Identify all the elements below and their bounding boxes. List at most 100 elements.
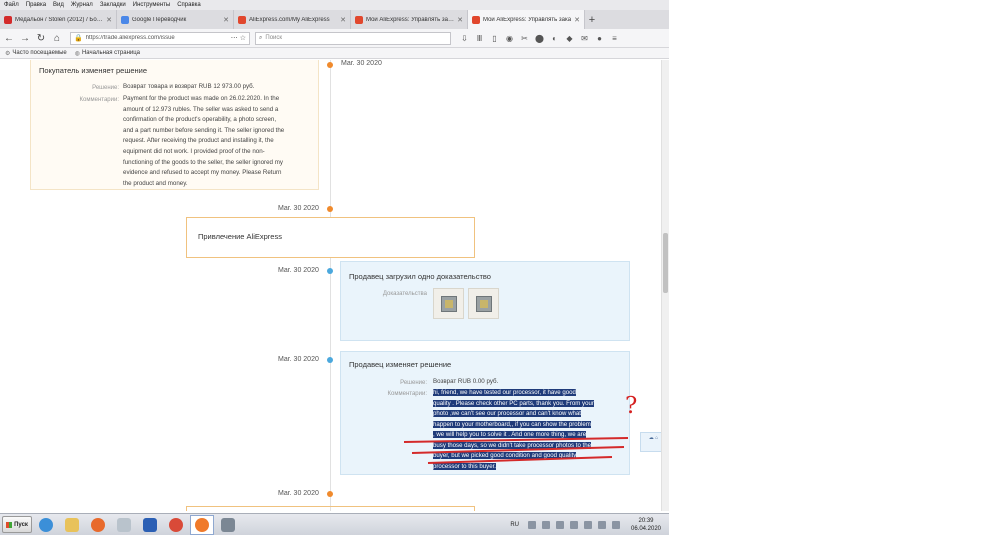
tab-title: Мой AliExpress: Управлять зака xyxy=(483,16,572,23)
browser-window: Файл Правка Вид Журнал Закладки Инструме… xyxy=(0,0,669,535)
extension-icon[interactable]: ◉ xyxy=(502,34,517,43)
tray-icon[interactable] xyxy=(612,520,620,529)
taskbar-chrome-icon[interactable] xyxy=(164,515,188,535)
underline-stroke xyxy=(403,437,629,443)
new-tab-button[interactable]: + xyxy=(585,10,599,29)
tab-title: Google Переводчик xyxy=(132,16,187,23)
vertical-scrollbar[interactable] xyxy=(661,60,669,511)
close-icon[interactable]: ✕ xyxy=(340,16,346,24)
screenshot-icon[interactable]: ✂ xyxy=(517,34,532,43)
lock-icon: 🔒 xyxy=(74,35,83,42)
firefox-icon xyxy=(195,517,209,532)
menu-history[interactable]: Журнал xyxy=(71,2,93,8)
files-icon xyxy=(117,517,131,532)
start-button[interactable]: Пуск xyxy=(2,516,32,533)
underline-stroke xyxy=(411,446,625,454)
taskbar-ie-icon[interactable] xyxy=(34,515,58,535)
folder-icon xyxy=(65,517,79,532)
search-icon: ⌕ xyxy=(259,34,263,41)
close-icon[interactable]: ✕ xyxy=(574,16,580,24)
windows-logo-icon xyxy=(6,521,13,528)
bookmarks-bar: ⚙ Часто посещаемые ◍ Начальная страница xyxy=(0,48,669,59)
search-input[interactable]: ⌕ Поиск xyxy=(255,31,451,45)
menu-tools[interactable]: Инструменты xyxy=(133,2,170,8)
search-placeholder: Поиск xyxy=(265,35,283,41)
red-annotation-marks xyxy=(403,437,629,464)
tray-icon[interactable] xyxy=(542,520,550,529)
menu-bar: Файл Правка Вид Журнал Закладки Инструме… xyxy=(0,0,669,10)
clock-date: 06.04.2020 xyxy=(630,525,662,532)
timeline-dot xyxy=(327,491,333,497)
page-content: Mar. 30 2020 Покупатель изменяет решение… xyxy=(0,60,661,511)
app-icon xyxy=(221,517,235,532)
chrome-icon xyxy=(169,517,183,532)
google-translate-icon xyxy=(121,15,129,24)
library-icon[interactable]: Ⅲ xyxy=(472,34,487,43)
menu-view[interactable]: Вид xyxy=(53,2,64,8)
addon-icon[interactable]: ● xyxy=(592,34,607,43)
forward-arrow-icon[interactable]: → xyxy=(18,31,32,45)
toolbar-icons: ⇩ Ⅲ ▯ ◉ ✂ ⬤ ◐ ◆ ✉ ● ≡ xyxy=(457,34,622,43)
hamburger-menu-icon[interactable]: ≡ xyxy=(607,34,622,43)
url-bar[interactable]: 🔒 https://trade.aliexpress.com/issue ⋯ ☆ xyxy=(70,31,250,45)
menu-edit[interactable]: Правка xyxy=(26,2,46,8)
scrollbar-thumb[interactable] xyxy=(663,233,668,293)
clock[interactable]: 20:39 06.04.2020 xyxy=(623,517,669,533)
addon-icon[interactable]: ◐ xyxy=(547,34,562,43)
back-arrow-icon[interactable]: ← xyxy=(2,31,16,45)
taskbar-app-icon[interactable] xyxy=(216,515,240,535)
tab-my-aliexpress[interactable]: AliExpress.com/My AliExpress ✕ xyxy=(234,10,351,29)
tab-manage-orders[interactable]: Мой AliExpress: Управлять заказ ✕ xyxy=(351,10,468,29)
chat-widget[interactable]: ☁ ⌂ xyxy=(640,432,661,452)
media-player-icon xyxy=(91,517,105,532)
tray-icon[interactable] xyxy=(598,520,606,529)
aliexpress-icon xyxy=(238,15,246,24)
network-icon[interactable] xyxy=(570,520,578,529)
bookmark-start-page[interactable]: Начальная страница xyxy=(82,50,140,56)
tray-icon[interactable] xyxy=(528,520,536,529)
home-icon[interactable]: ⌂ xyxy=(50,31,64,45)
downloads-icon[interactable]: ⇩ xyxy=(457,34,472,43)
reload-icon[interactable]: ↻ xyxy=(34,31,48,45)
taskbar-word-icon[interactable] xyxy=(138,515,162,535)
blank-area xyxy=(669,0,1000,535)
tray-icon[interactable] xyxy=(556,520,564,529)
start-label: Пуск xyxy=(14,521,28,528)
sidebar-icon[interactable]: ▯ xyxy=(487,34,502,43)
addon-icon[interactable]: ◆ xyxy=(562,34,577,43)
menu-bookmarks[interactable]: Закладки xyxy=(100,2,126,8)
event-date: Mar. 30 2020 xyxy=(278,490,319,497)
bookmark-most-visited[interactable]: Часто посещаемые xyxy=(12,50,66,56)
close-icon[interactable]: ✕ xyxy=(106,16,112,24)
tab-title: AliExpress.com/My AliExpress xyxy=(249,16,330,23)
aliexpress-icon xyxy=(472,15,480,24)
navigation-bar: ← → ↻ ⌂ 🔒 https://trade.aliexpress.com/i… xyxy=(0,29,669,48)
underline-stroke xyxy=(427,456,613,464)
tab-title: Мой AliExpress: Управлять заказ xyxy=(366,16,455,23)
addon-icon[interactable]: ⬤ xyxy=(532,34,547,43)
close-icon[interactable]: ✕ xyxy=(223,16,229,24)
tab-title: Медальон / Stolen (2012) / Боеви xyxy=(15,16,104,23)
question-mark-annotation: ? xyxy=(625,393,638,419)
page-actions-icon[interactable]: ⋯ xyxy=(231,34,238,42)
clock-time: 20:39 xyxy=(638,517,654,524)
taskbar-folder-icon[interactable] xyxy=(60,515,84,535)
tab-bar: Медальон / Stolen (2012) / Боеви ✕ Googl… xyxy=(0,10,669,29)
tab-medallion[interactable]: Медальон / Stolen (2012) / Боеви ✕ xyxy=(0,10,117,29)
addon-icon[interactable]: ✉ xyxy=(577,34,592,43)
aliexpress-icon xyxy=(355,15,363,24)
menu-help[interactable]: Справка xyxy=(177,2,201,8)
bookmark-star-icon[interactable]: ☆ xyxy=(240,34,246,42)
taskbar-media-icon[interactable] xyxy=(86,515,110,535)
chat-icon: ☁ ⌂ xyxy=(648,435,659,441)
tab-manage-orders-active[interactable]: Мой AliExpress: Управлять зака ✕ xyxy=(468,10,585,29)
ie-icon xyxy=(39,517,53,532)
language-indicator[interactable]: RU xyxy=(510,522,519,528)
taskbar-files-icon[interactable] xyxy=(112,515,136,535)
tab-google-translate[interactable]: Google Переводчик ✕ xyxy=(117,10,234,29)
volume-icon[interactable] xyxy=(584,520,592,529)
close-icon[interactable]: ✕ xyxy=(457,16,463,24)
firefox-icon: ◍ xyxy=(74,50,80,57)
taskbar-firefox-icon[interactable] xyxy=(190,514,214,535)
menu-file[interactable]: Файл xyxy=(4,2,19,8)
